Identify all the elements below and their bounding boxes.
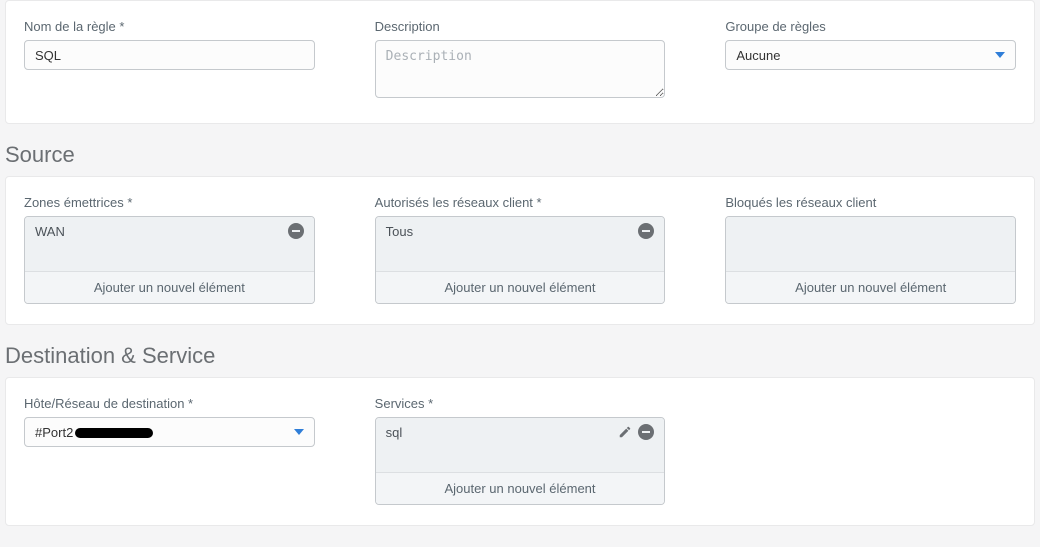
- rule-group-label: Groupe de règles: [725, 19, 1016, 34]
- blocked-clients-list: Ajouter un nouvel élément: [725, 216, 1016, 304]
- rule-name-input[interactable]: [24, 40, 315, 70]
- description-label: Description: [375, 19, 666, 34]
- rule-group-value: Aucune: [736, 48, 780, 63]
- rule-group-select[interactable]: Aucune: [725, 40, 1016, 70]
- rule-name-label: Nom de la règle *: [24, 19, 315, 34]
- list-item-label: Tous: [386, 224, 413, 239]
- blocked-clients-label: Bloqués les réseaux client: [725, 195, 1016, 210]
- top-card: Nom de la règle * Description Groupe de …: [5, 0, 1035, 124]
- list-item[interactable]: WAN: [25, 217, 314, 245]
- pencil-icon[interactable]: [618, 425, 632, 439]
- add-blocked-client-button[interactable]: Ajouter un nouvel élément: [726, 271, 1015, 303]
- add-service-button[interactable]: Ajouter un nouvel élément: [376, 472, 665, 504]
- destination-section-title: Destination & Service: [5, 343, 1035, 369]
- chevron-down-icon: [294, 429, 304, 435]
- emitting-zones-label: Zones émettrices *: [24, 195, 315, 210]
- emitting-zones-list: WAN Ajouter un nouvel élément: [24, 216, 315, 304]
- remove-icon[interactable]: [638, 223, 654, 239]
- list-item-label: sql: [386, 425, 403, 440]
- services-label: Services *: [375, 396, 666, 411]
- services-list: sql Ajouter un nouvel élément: [375, 417, 666, 505]
- list-item-label: WAN: [35, 224, 65, 239]
- chevron-down-icon: [995, 52, 1005, 58]
- redacted-text: [75, 428, 153, 438]
- allowed-clients-list: Tous Ajouter un nouvel élément: [375, 216, 666, 304]
- destination-host-label: Hôte/Réseau de destination *: [24, 396, 315, 411]
- destination-host-select[interactable]: #Port2: [24, 417, 315, 447]
- remove-icon[interactable]: [288, 223, 304, 239]
- add-allowed-client-button[interactable]: Ajouter un nouvel élément: [376, 271, 665, 303]
- description-textarea[interactable]: [375, 40, 666, 98]
- allowed-clients-label: Autorisés les réseaux client *: [375, 195, 666, 210]
- list-item[interactable]: sql: [376, 418, 665, 458]
- list-item[interactable]: Tous: [376, 217, 665, 245]
- remove-icon[interactable]: [638, 424, 654, 440]
- source-section-title: Source: [5, 142, 1035, 168]
- destination-card: Hôte/Réseau de destination * #Port2 Serv…: [5, 377, 1035, 526]
- destination-host-value: #Port2: [35, 425, 153, 440]
- source-card: Zones émettrices * WAN Ajouter un nouvel…: [5, 176, 1035, 325]
- add-emitting-zone-button[interactable]: Ajouter un nouvel élément: [25, 271, 314, 303]
